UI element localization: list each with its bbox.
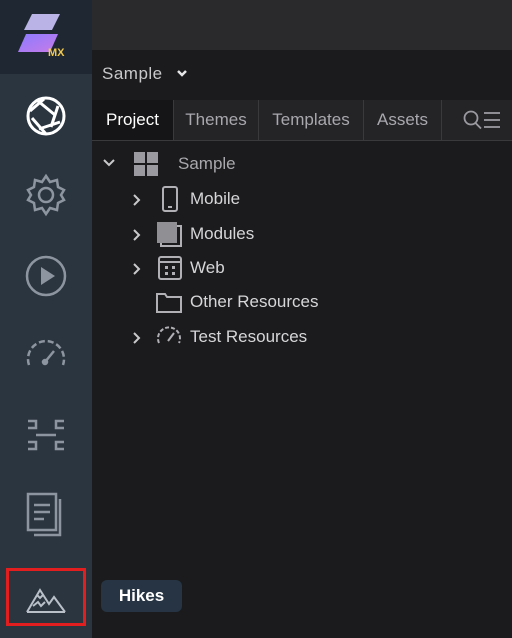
speedometer-icon bbox=[26, 339, 66, 366]
tree-item-label: Other Resources bbox=[190, 292, 319, 311]
logo-area: MX bbox=[0, 0, 92, 74]
module-icon bbox=[157, 222, 182, 247]
tree-item-web[interactable]: Web bbox=[92, 252, 512, 284]
tree-item-mobile[interactable]: Mobile bbox=[92, 183, 512, 215]
chevron-down-icon[interactable] bbox=[102, 156, 116, 170]
tree-item-label: Mobile bbox=[190, 189, 241, 208]
tab-bar: Project Themes Templates Assets bbox=[92, 100, 512, 141]
rail-button-settings[interactable] bbox=[0, 155, 92, 235]
tree-item-test-resources[interactable]: Test Resources bbox=[92, 321, 512, 353]
rail-button-components[interactable] bbox=[0, 395, 92, 475]
tree-item-modules[interactable]: Modules bbox=[92, 218, 512, 250]
tab-themes[interactable]: Themes bbox=[174, 100, 259, 140]
chevron-right-icon[interactable] bbox=[130, 331, 144, 345]
rail-button-performance[interactable] bbox=[0, 317, 92, 397]
folder-icon bbox=[156, 293, 182, 313]
chevron-right-icon[interactable] bbox=[130, 262, 144, 276]
tab-project[interactable]: Project bbox=[92, 100, 174, 140]
aperture-icon bbox=[26, 96, 66, 136]
tree-root-label: Sample bbox=[178, 154, 236, 173]
logo-icon bbox=[18, 14, 60, 52]
bracket-icon bbox=[28, 419, 64, 451]
chevron-right-icon[interactable] bbox=[130, 228, 144, 242]
tab-templates[interactable]: Templates bbox=[259, 100, 364, 140]
chevron-down-icon[interactable] bbox=[176, 68, 188, 78]
rail-button-run[interactable] bbox=[0, 236, 92, 316]
tree-item-label: Web bbox=[190, 258, 225, 277]
chevron-right-icon[interactable] bbox=[130, 193, 144, 207]
tree-root[interactable]: Sample bbox=[92, 148, 512, 180]
gear-icon bbox=[26, 173, 66, 217]
rail-button-documents[interactable] bbox=[0, 475, 92, 555]
grid-icon bbox=[134, 152, 158, 176]
tab-assets[interactable]: Assets bbox=[364, 100, 442, 140]
list-icon[interactable] bbox=[482, 110, 502, 130]
rail-button-aperture[interactable] bbox=[0, 76, 92, 156]
web-icon bbox=[158, 256, 182, 280]
logo-text: MX bbox=[48, 47, 65, 59]
selection-highlight bbox=[6, 568, 86, 626]
search-icon[interactable] bbox=[462, 110, 484, 130]
tooltip-hikes: Hikes bbox=[101, 580, 182, 612]
top-bar bbox=[92, 0, 512, 50]
tree-item-label: Test Resources bbox=[190, 327, 308, 346]
tree-item-other-resources[interactable]: Other Resources bbox=[92, 286, 512, 318]
test-icon bbox=[157, 326, 181, 344]
document-icon bbox=[26, 492, 62, 537]
tree-item-label: Modules bbox=[190, 224, 255, 243]
project-selector[interactable]: Sample bbox=[102, 64, 163, 84]
phone-icon bbox=[162, 186, 178, 212]
play-icon bbox=[25, 255, 67, 297]
